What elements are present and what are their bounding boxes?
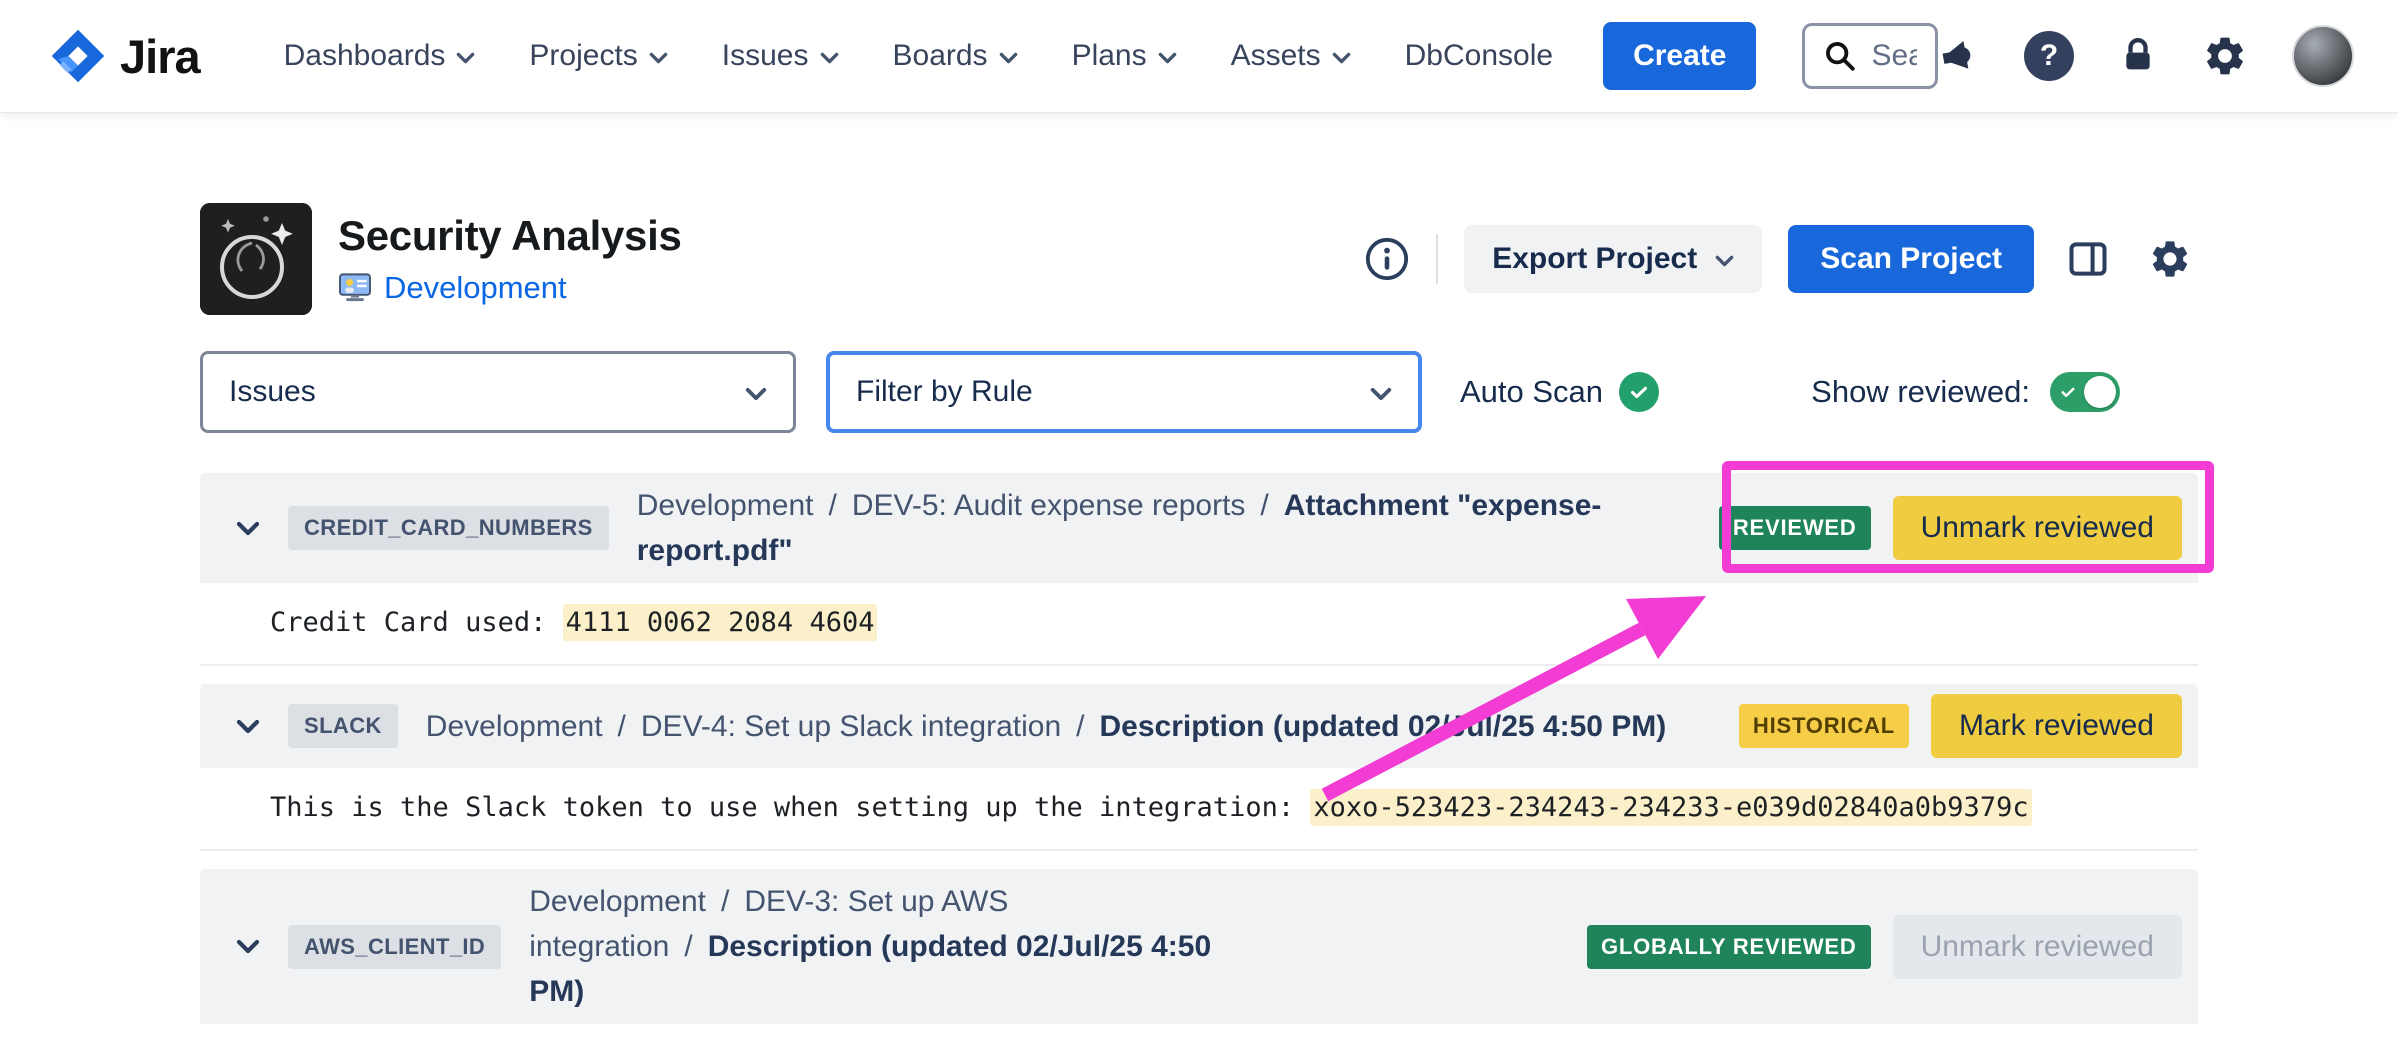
project-link[interactable]: Development bbox=[384, 270, 567, 306]
finding-actions: HISTORICAL Mark reviewed bbox=[1719, 694, 2182, 758]
show-reviewed-control: Show reviewed: bbox=[1811, 372, 2120, 412]
nav-item-plans[interactable]: Plans bbox=[1072, 39, 1177, 73]
divider bbox=[1436, 234, 1438, 284]
rule-badge: SLACK bbox=[288, 704, 398, 748]
nav-item-projects[interactable]: Projects bbox=[529, 39, 667, 73]
scan-project-button[interactable]: Scan Project bbox=[1788, 225, 2034, 293]
breadcrumb-item[interactable]: DEV-4: Set up Slack integration bbox=[641, 710, 1061, 743]
auto-scan-status: Auto Scan bbox=[1460, 372, 1659, 412]
breadcrumb-item[interactable]: Development bbox=[529, 885, 706, 918]
project-type-icon bbox=[338, 273, 372, 303]
filter-row: Issues Filter by Rule Auto Scan Show rev… bbox=[200, 351, 2198, 433]
finding-header[interactable]: CREDIT_CARD_NUMBERS Development/DEV-5: A… bbox=[200, 473, 2198, 583]
gear-icon[interactable] bbox=[2202, 33, 2248, 79]
status-badge: GLOBALLY REVIEWED bbox=[1587, 925, 1871, 969]
breadcrumb-item[interactable]: Development bbox=[426, 710, 603, 743]
nav-item-boards[interactable]: Boards bbox=[893, 39, 1018, 73]
chevron-down-icon bbox=[649, 52, 668, 64]
announcements-icon[interactable] bbox=[1935, 32, 1984, 81]
toggle-knob bbox=[2084, 376, 2116, 408]
create-button[interactable]: Create bbox=[1603, 22, 1756, 90]
finding-header[interactable]: SLACK Development/DEV-4: Set up Slack in… bbox=[200, 684, 2198, 768]
check-icon bbox=[2059, 383, 2077, 401]
breadcrumb: Development/DEV-5: Audit expense reports… bbox=[637, 483, 1699, 573]
issues-type-select[interactable]: Issues bbox=[200, 351, 796, 433]
finding-body: This is the Slack token to use when sett… bbox=[200, 768, 2198, 851]
chevron-down-icon bbox=[1370, 387, 1392, 401]
finding-body: The AWS access key should look like AKIA… bbox=[200, 1024, 2198, 1040]
unmark-reviewed-button[interactable]: Unmark reviewed bbox=[1893, 496, 2182, 560]
chevron-down-icon bbox=[820, 52, 839, 64]
check-circle-icon bbox=[1619, 372, 1659, 412]
navbar-icon-group: ? bbox=[1938, 25, 2354, 87]
global-search[interactable] bbox=[1802, 23, 1938, 89]
export-project-button[interactable]: Export Project bbox=[1464, 225, 1762, 293]
chevron-down-icon bbox=[999, 52, 1018, 64]
finding-card-slack: SLACK Development/DEV-4: Set up Slack in… bbox=[200, 684, 2198, 851]
lock-icon[interactable] bbox=[2118, 36, 2158, 76]
secret-highlight: 4111 0062 2084 4604 bbox=[563, 604, 878, 641]
breadcrumb-item[interactable]: DEV-5: Audit expense reports bbox=[852, 489, 1246, 522]
chevron-down-icon[interactable] bbox=[236, 939, 260, 954]
nav-item-dashboards[interactable]: Dashboards bbox=[284, 39, 476, 73]
finding-card-credit-card: CREDIT_CARD_NUMBERS Development/DEV-5: A… bbox=[200, 473, 2198, 666]
info-icon[interactable] bbox=[1364, 236, 1410, 282]
breadcrumb-item[interactable]: Description (updated 02/Jul/25 4:50 PM) bbox=[1099, 710, 1666, 743]
board-layout-icon[interactable] bbox=[2060, 231, 2116, 287]
search-input[interactable] bbox=[1871, 39, 1917, 73]
page-content: Security Analysis Development Export Pro… bbox=[0, 203, 2398, 1040]
finding-body: Credit Card used: 4111 0062 2084 4604 bbox=[200, 583, 2198, 666]
finding-actions: REVIEWED Unmark reviewed bbox=[1699, 496, 2182, 560]
project-avatar bbox=[200, 203, 312, 315]
finding-actions: GLOBALLY REVIEWED Unmark reviewed bbox=[1567, 915, 2182, 979]
breadcrumb: Development/DEV-3: Set up AWS integratio… bbox=[529, 879, 1239, 1014]
chevron-down-icon bbox=[745, 387, 767, 401]
secret-highlight: xoxo-523423-234243-234233-e039d02840a0b9… bbox=[1310, 789, 2031, 826]
primary-nav: Dashboards Projects Issues Boards Plans … bbox=[284, 39, 1553, 73]
rule-badge: AWS_CLIENT_ID bbox=[288, 925, 501, 969]
status-badge: HISTORICAL bbox=[1739, 704, 1909, 748]
show-reviewed-toggle[interactable] bbox=[2050, 372, 2120, 412]
unmark-reviewed-button-disabled[interactable]: Unmark reviewed bbox=[1893, 915, 2182, 979]
search-icon bbox=[1823, 39, 1857, 73]
nav-item-issues[interactable]: Issues bbox=[722, 39, 839, 73]
header-actions: Export Project Scan Project bbox=[1364, 225, 2198, 293]
chevron-down-icon[interactable] bbox=[236, 521, 260, 536]
breadcrumb-item[interactable]: Development bbox=[637, 489, 814, 522]
mark-reviewed-button[interactable]: Mark reviewed bbox=[1931, 694, 2182, 758]
nav-item-assets[interactable]: Assets bbox=[1231, 39, 1351, 73]
brand-name: Jira bbox=[120, 29, 200, 84]
nav-item-dbconsole[interactable]: DbConsole bbox=[1405, 39, 1553, 73]
jira-logo[interactable]: Jira bbox=[50, 28, 200, 84]
finding-header[interactable]: AWS_CLIENT_ID Development/DEV-3: Set up … bbox=[200, 869, 2198, 1024]
help-icon[interactable]: ? bbox=[2024, 31, 2074, 81]
chevron-down-icon bbox=[456, 52, 475, 64]
breadcrumb: Development/DEV-4: Set up Slack integrat… bbox=[426, 704, 1667, 749]
jira-logo-icon bbox=[50, 28, 106, 84]
chevron-down-icon bbox=[1715, 255, 1734, 267]
rule-badge: CREDIT_CARD_NUMBERS bbox=[288, 506, 609, 550]
project-header: Security Analysis Development Export Pro… bbox=[200, 203, 2198, 315]
chevron-down-icon bbox=[1332, 52, 1351, 64]
finding-card-aws: AWS_CLIENT_ID Development/DEV-3: Set up … bbox=[200, 869, 2198, 1040]
findings-list: CREDIT_CARD_NUMBERS Development/DEV-5: A… bbox=[200, 473, 2198, 1040]
chevron-down-icon[interactable] bbox=[236, 719, 260, 734]
user-avatar[interactable] bbox=[2292, 25, 2354, 87]
page-title: Security Analysis bbox=[338, 212, 682, 260]
chevron-down-icon bbox=[1158, 52, 1177, 64]
filter-by-rule-select[interactable]: Filter by Rule bbox=[826, 351, 1422, 433]
status-badge: REVIEWED bbox=[1719, 506, 1871, 550]
app-navbar: Jira Dashboards Projects Issues Boards P… bbox=[0, 0, 2398, 113]
settings-gear-icon[interactable] bbox=[2142, 231, 2198, 287]
